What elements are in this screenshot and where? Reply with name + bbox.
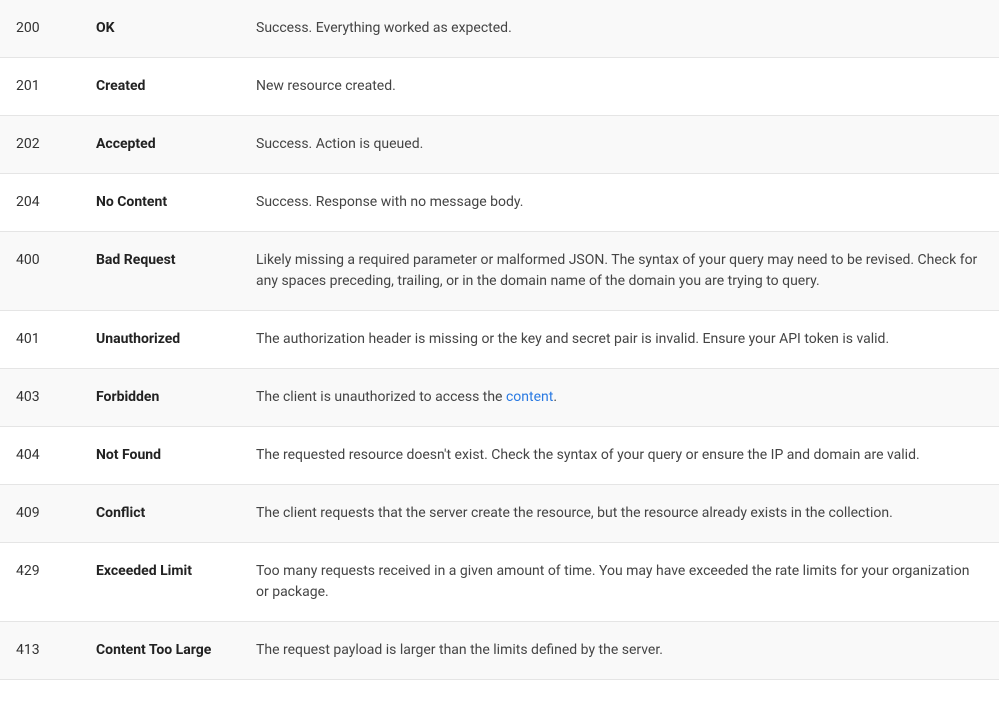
status-label: Created — [80, 58, 240, 116]
status-code: 429 — [0, 543, 80, 622]
status-description: The client is unauthorized to access the… — [240, 369, 999, 427]
status-label: Exceeded Limit — [80, 543, 240, 622]
status-label: Unauthorized — [80, 311, 240, 369]
status-description: Success. Action is queued. — [240, 116, 999, 174]
status-description: Success. Everything worked as expected. — [240, 0, 999, 58]
status-code: 404 — [0, 427, 80, 485]
status-code: 403 — [0, 369, 80, 427]
status-description: The request payload is larger than the l… — [240, 622, 999, 680]
status-code: 401 — [0, 311, 80, 369]
status-description: Likely missing a required parameter or m… — [240, 232, 999, 311]
table-row: 400Bad RequestLikely missing a required … — [0, 232, 999, 311]
status-description: The client requests that the server crea… — [240, 485, 999, 543]
status-label: Not Found — [80, 427, 240, 485]
table-row: 204No ContentSuccess. Response with no m… — [0, 174, 999, 232]
status-code: 413 — [0, 622, 80, 680]
status-label: Forbidden — [80, 369, 240, 427]
status-label: Accepted — [80, 116, 240, 174]
table-row: 413Content Too LargeThe request payload … — [0, 622, 999, 680]
content-link[interactable]: content — [506, 389, 553, 405]
status-description: The authorization header is missing or t… — [240, 311, 999, 369]
status-code: 409 — [0, 485, 80, 543]
status-code: 204 — [0, 174, 80, 232]
table-row: 401UnauthorizedThe authorization header … — [0, 311, 999, 369]
table-row: 409ConflictThe client requests that the … — [0, 485, 999, 543]
status-codes-table: 200OKSuccess. Everything worked as expec… — [0, 0, 999, 680]
table-row: 202AcceptedSuccess. Action is queued. — [0, 116, 999, 174]
status-label: OK — [80, 0, 240, 58]
status-description: New resource created. — [240, 58, 999, 116]
table-row: 403ForbiddenThe client is unauthorized t… — [0, 369, 999, 427]
status-label: Bad Request — [80, 232, 240, 311]
status-code: 200 — [0, 0, 80, 58]
status-description: The requested resource doesn't exist. Ch… — [240, 427, 999, 485]
status-code: 400 — [0, 232, 80, 311]
table-row: 201CreatedNew resource created. — [0, 58, 999, 116]
status-code: 202 — [0, 116, 80, 174]
status-code: 201 — [0, 58, 80, 116]
status-description: Too many requests received in a given am… — [240, 543, 999, 622]
table-row: 429Exceeded LimitToo many requests recei… — [0, 543, 999, 622]
status-label: Content Too Large — [80, 622, 240, 680]
status-description: Success. Response with no message body. — [240, 174, 999, 232]
status-label: No Content — [80, 174, 240, 232]
status-label: Conflict — [80, 485, 240, 543]
table-row: 200OKSuccess. Everything worked as expec… — [0, 0, 999, 58]
table-row: 404Not FoundThe requested resource doesn… — [0, 427, 999, 485]
